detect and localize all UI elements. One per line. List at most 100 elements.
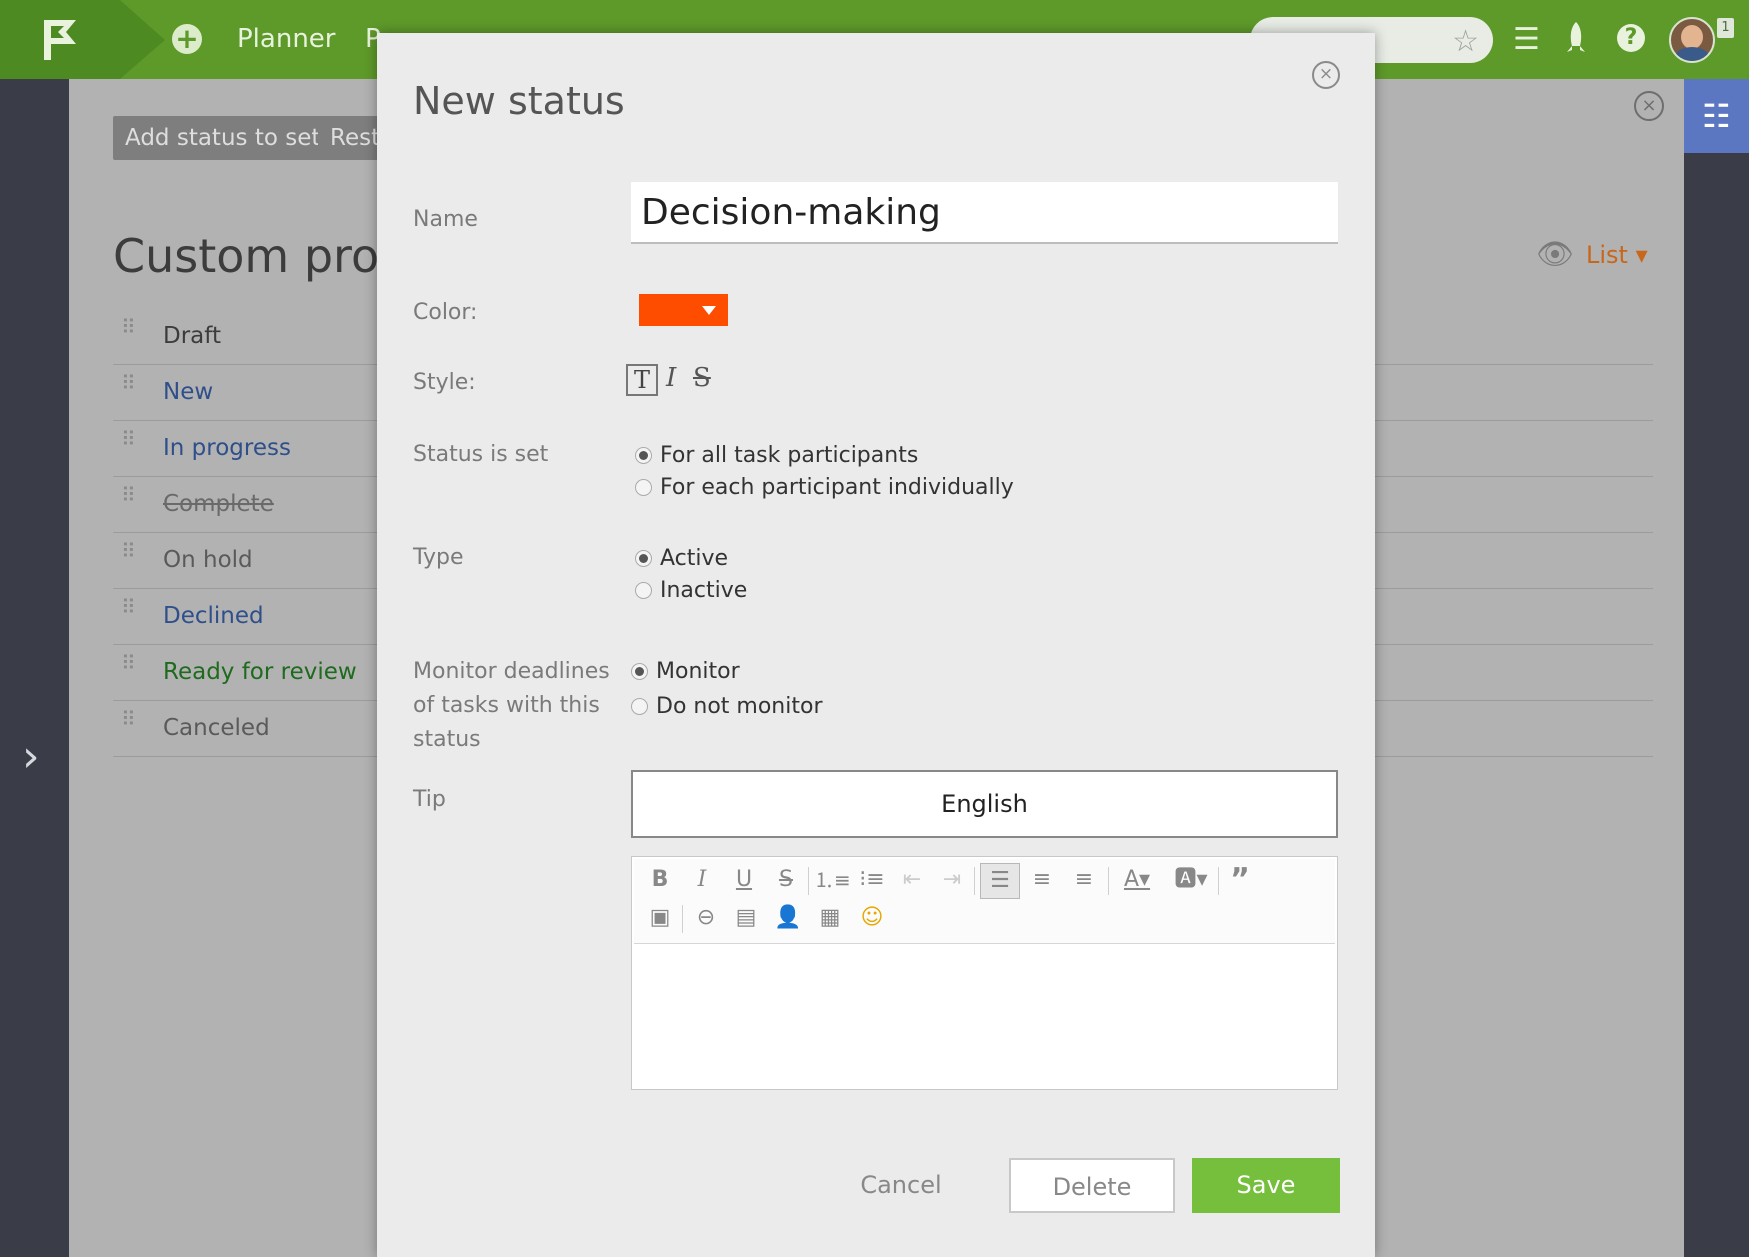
radio-dot[interactable] <box>635 550 652 567</box>
radio-all-participants[interactable]: For all task participants <box>635 443 918 468</box>
insert-image-icon[interactable]: ▣ <box>644 903 676 933</box>
table-icon[interactable]: ▦ <box>814 903 846 933</box>
radio-inactive[interactable]: Inactive <box>635 578 747 603</box>
flag-logo-icon <box>44 20 76 60</box>
monitor-label: Monitor deadlines of tasks with this sta… <box>413 659 610 752</box>
drag-handle-icon[interactable]: ⠿ <box>121 597 136 617</box>
radio-dot[interactable] <box>631 698 648 715</box>
radio-label: Active <box>660 546 729 571</box>
radio-label: Do not monitor <box>656 694 823 719</box>
tip-language-selector[interactable]: English <box>631 770 1338 838</box>
style-label: Style: <box>413 370 476 395</box>
add-icon[interactable]: + <box>172 24 202 54</box>
star-icon[interactable]: ☆ <box>1452 24 1479 59</box>
strikethrough-icon[interactable]: S <box>770 865 802 895</box>
indent-icon[interactable]: ⇥ <box>936 865 968 895</box>
quote-icon[interactable]: ” <box>1224 865 1256 895</box>
outdent-icon[interactable]: ⇤ <box>896 865 928 895</box>
radio-dot[interactable] <box>635 447 652 464</box>
drag-handle-icon[interactable]: ⠿ <box>121 429 136 449</box>
rocket-svg <box>1567 22 1585 52</box>
bullet-list-icon[interactable]: ⁝≡ <box>856 865 888 895</box>
name-label: Name <box>413 207 478 232</box>
status-label: In progress <box>163 435 291 461</box>
notification-badge: 1 <box>1717 18 1734 38</box>
italic-icon[interactable]: I <box>686 865 718 895</box>
nav-planner[interactable]: Planner <box>237 24 335 54</box>
status-label: Canceled <box>163 715 270 741</box>
toolbar-separator <box>1108 867 1109 895</box>
status-label: Complete <box>163 491 274 517</box>
radio-dot[interactable] <box>635 479 652 496</box>
new-status-dialog: New status × Name Color: Style: T I S St… <box>377 33 1375 1257</box>
status-name-input[interactable] <box>631 182 1338 244</box>
drag-handle-icon[interactable]: ⠿ <box>121 541 136 561</box>
add-status-button[interactable]: Add status to set <box>113 116 333 160</box>
tip-editor[interactable]: B I U S ⒈≡ ⁝≡ ⇤ ⇥ ☰ ≡ ≡ A▾ 🅰▾ ” ▣ ⊖ ▤ 👤 … <box>631 856 1338 1090</box>
align-left-icon[interactable]: ☰ <box>980 863 1020 899</box>
logo[interactable] <box>0 0 165 79</box>
left-rail: › <box>0 79 69 1257</box>
view-dropdown[interactable]: List ▾ <box>1586 241 1648 269</box>
align-right-icon[interactable]: ≡ <box>1068 865 1100 895</box>
toolbar-separator <box>808 867 809 895</box>
status-label: Ready for review <box>163 659 357 685</box>
toolbar-separator <box>682 905 683 933</box>
menu-icon[interactable]: ☰ <box>1513 22 1540 57</box>
radio-monitor[interactable]: Monitor <box>631 659 740 684</box>
drag-handle-icon[interactable]: ⠿ <box>121 485 136 505</box>
type-label: Type <box>413 545 464 570</box>
radio-active[interactable]: Active <box>635 546 728 571</box>
radio-label: Monitor <box>656 659 740 684</box>
avatar[interactable] <box>1669 17 1715 63</box>
drag-handle-icon[interactable]: ⠿ <box>121 317 136 337</box>
settings-panel-icon[interactable]: ☷ <box>1684 79 1749 153</box>
view-label: List <box>1586 241 1628 269</box>
editor-toolbar: B I U S ⒈≡ ⁝≡ ⇤ ⇥ ☰ ≡ ≡ A▾ 🅰▾ ” ▣ ⊖ ▤ 👤 … <box>634 859 1335 944</box>
color-picker[interactable] <box>639 294 728 326</box>
file-icon[interactable]: ▤ <box>730 903 762 933</box>
toolbar-separator <box>974 867 975 895</box>
style-strikethrough-button[interactable]: S <box>693 363 711 393</box>
radio-each-participant[interactable]: For each participant individually <box>635 475 1014 500</box>
numbered-list-icon[interactable]: ⒈≡ <box>814 865 851 895</box>
radio-dot[interactable] <box>631 663 648 680</box>
user-icon[interactable]: 👤 <box>772 903 804 933</box>
save-button[interactable]: Save <box>1192 1158 1340 1213</box>
eye-icon[interactable]: 👁 <box>1536 237 1574 272</box>
page-title: Custom proc <box>113 229 405 283</box>
align-center-icon[interactable]: ≡ <box>1026 865 1058 895</box>
radio-label: For all task participants <box>660 443 919 468</box>
radio-label: For each participant individually <box>660 475 1014 500</box>
font-color-icon[interactable]: A▾ <box>1114 865 1160 895</box>
highlight-color-icon[interactable]: 🅰▾ <box>1168 865 1214 895</box>
emoji-icon[interactable]: ☺ <box>856 903 888 933</box>
close-icon[interactable]: × <box>1634 91 1664 121</box>
chevron-down-icon <box>702 306 716 315</box>
right-rail: ☷ <box>1684 79 1749 1257</box>
underline-icon[interactable]: U <box>728 865 760 895</box>
link-icon[interactable]: ⊖ <box>690 903 722 933</box>
bold-icon[interactable]: B <box>644 865 676 895</box>
radio-dot[interactable] <box>635 582 652 599</box>
drag-handle-icon[interactable]: ⠿ <box>121 653 136 673</box>
delete-button[interactable]: Delete <box>1009 1158 1175 1213</box>
style-normal-button[interactable]: T <box>626 364 658 396</box>
close-icon[interactable]: × <box>1312 61 1340 89</box>
status-label: New <box>163 379 214 405</box>
radio-do-not-monitor[interactable]: Do not monitor <box>631 694 823 719</box>
chevron-right-icon[interactable]: › <box>22 731 40 782</box>
cancel-button[interactable]: Cancel <box>839 1158 963 1213</box>
help-icon[interactable]: ? <box>1617 24 1645 52</box>
drag-handle-icon[interactable]: ⠿ <box>121 709 136 729</box>
tip-label: Tip <box>413 787 446 812</box>
status-label: On hold <box>163 547 253 573</box>
status-is-set-label: Status is set <box>413 442 549 467</box>
dialog-title: New status <box>413 79 625 123</box>
status-label: Declined <box>163 603 264 629</box>
rocket-icon[interactable] <box>1564 20 1588 64</box>
color-label: Color: <box>413 300 478 325</box>
drag-handle-icon[interactable]: ⠿ <box>121 373 136 393</box>
radio-label: Inactive <box>660 578 748 603</box>
style-italic-button[interactable]: I <box>666 363 676 393</box>
